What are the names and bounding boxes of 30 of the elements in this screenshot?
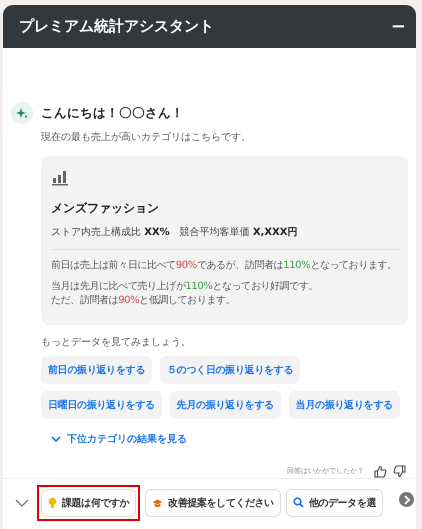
greeting-text: こんにちは！〇〇さん！ (41, 104, 184, 122)
more-link[interactable]: 下位カテゴリの結果を見る (51, 432, 187, 446)
thumbs-down-icon (393, 464, 406, 478)
stats-text: ストア内売上構成比 XX% 競合平均客単価 X,XXX円 (51, 226, 298, 239)
summary-paragraph: 当月は先月に比べて売り上げが110%となっており好調です。 ただ、訪問者は90%と低調しております。 (51, 280, 320, 308)
intro-text: 現在の最も売上が高いカテゴリはこちらです。 (41, 130, 252, 144)
action-chip[interactable]: ５のつく日の振り返りをする (160, 356, 300, 384)
sparkle-icon (11, 102, 33, 124)
chevron-right-icon (402, 494, 410, 504)
action-chip[interactable]: 日曜日の振り返りをする (41, 391, 162, 419)
suggestion-chip[interactable]: 改善提案をしてください (145, 488, 281, 516)
scroll-right-button[interactable] (399, 492, 414, 507)
graduation-cap-icon (152, 498, 164, 508)
summary-paragraph: 前日は売上は前々日に比べて90%であるが、訪問者は110%となっております。 (51, 259, 398, 273)
collapse-button[interactable] (15, 498, 29, 506)
thumbs-up-icon (374, 464, 387, 478)
action-chip[interactable]: 当月の振り返りをする (288, 391, 400, 419)
window-title: プレミアム統計アシスタント (19, 17, 214, 36)
lightbulb-icon (48, 496, 57, 508)
category-title: メンズファッション (51, 200, 160, 217)
bar-chart-icon (51, 170, 69, 186)
suggestion-chip[interactable]: 他のデータを選 (286, 488, 384, 516)
chevron-down-icon (51, 436, 61, 442)
chevron-down-icon (15, 498, 29, 506)
suggestion-chip[interactable]: 課題は何ですか (41, 488, 136, 516)
action-chip[interactable]: 先月の振り返りをする (170, 391, 281, 419)
minimize-button[interactable]: − (390, 16, 406, 37)
search-icon (292, 497, 304, 508)
prompt-text: もっとデータを見てみましょう。 (41, 336, 192, 349)
action-chip[interactable]: 前日の振り返りをする (41, 356, 152, 384)
